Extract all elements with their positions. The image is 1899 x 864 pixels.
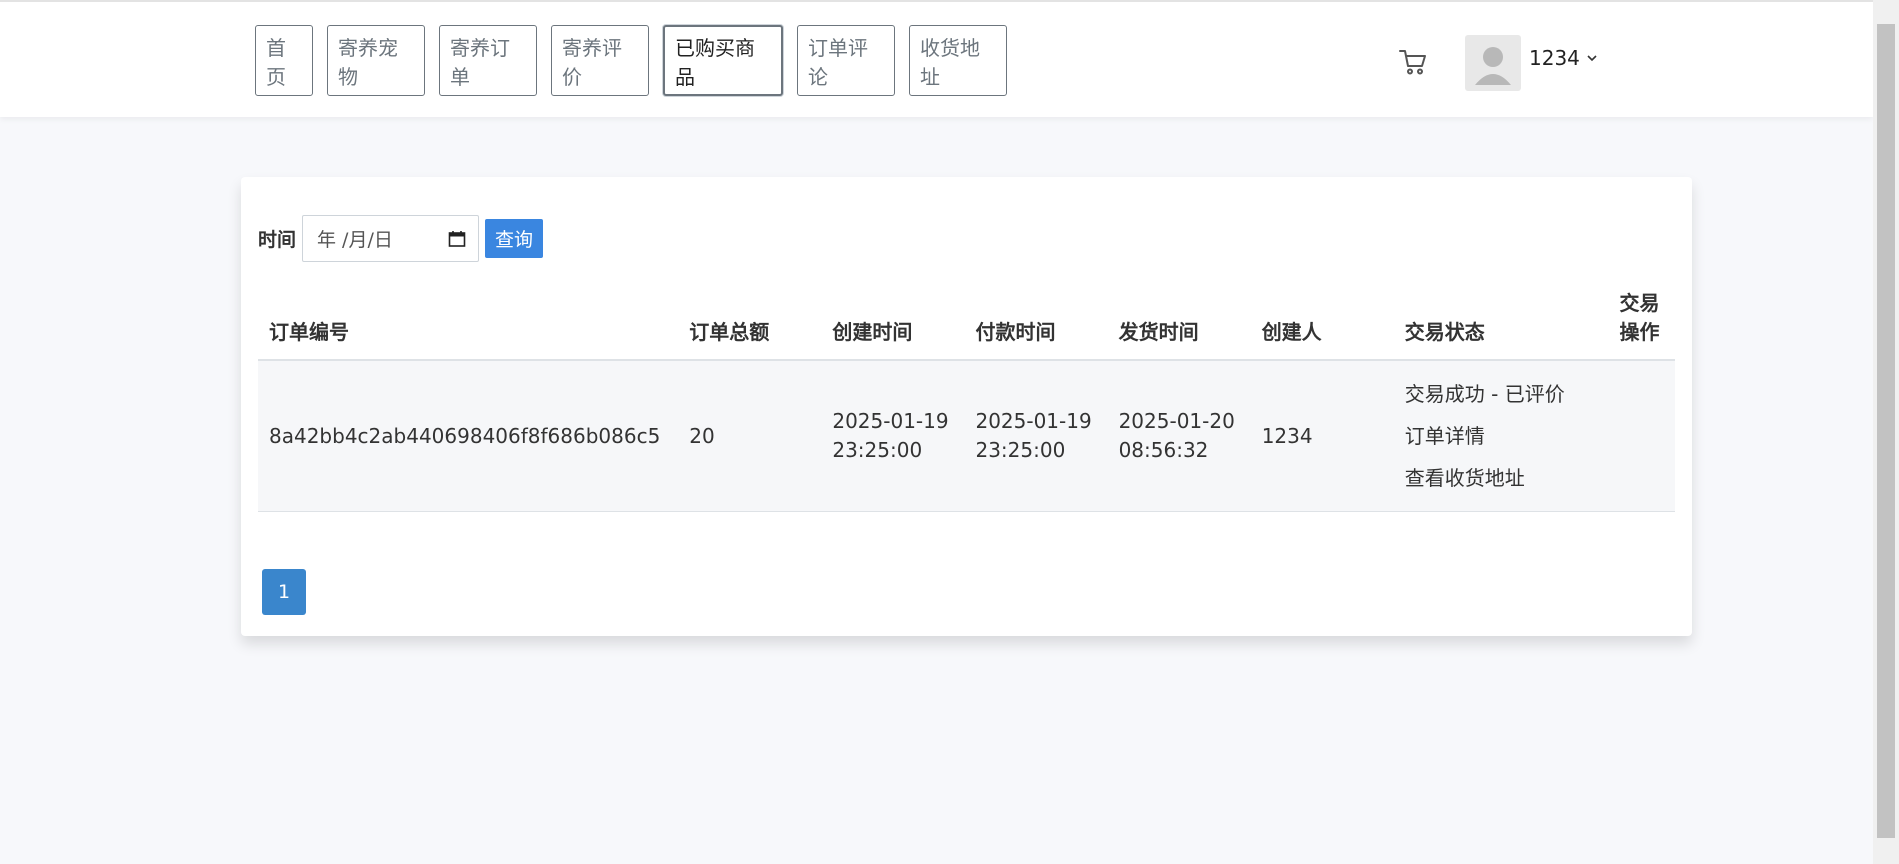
pagination: 1	[262, 569, 306, 615]
query-button[interactable]: 查询	[485, 219, 544, 258]
view-address-link[interactable]: 查看收货地址	[1405, 457, 1598, 499]
vertical-scrollbar[interactable]	[1873, 0, 1899, 864]
top-navbar: 首页 寄养宠物 寄养订单 寄养评价 已购买商品 订单评论 收货地址 1234	[0, 0, 1873, 117]
cell-order-no: 8a42bb4c2ab440698406f8f686b086c5	[258, 360, 679, 512]
page-button-1[interactable]: 1	[262, 569, 306, 615]
nav-foster-reviews-button[interactable]: 寄养评价	[551, 25, 649, 96]
header-paid: 付款时间	[964, 289, 1108, 361]
cell-paid: 2025-01-19 23:25:00	[964, 360, 1108, 512]
cell-total: 20	[678, 360, 822, 512]
search-bar: 时间 年 /月/日 查询	[258, 215, 544, 262]
header-status: 交易状态	[1393, 289, 1609, 361]
cell-action	[1608, 360, 1675, 512]
header-creator: 创建人	[1250, 289, 1394, 361]
cell-created: 2025-01-19 23:25:00	[821, 360, 965, 512]
cell-shipped: 2025-01-20 08:56:32	[1107, 360, 1251, 512]
chevron-down-icon	[1587, 55, 1597, 62]
time-label: 时间	[258, 229, 297, 251]
user-silhouette-icon	[1475, 47, 1511, 85]
header-shipped: 发货时间	[1107, 289, 1251, 361]
header-action: 交易操作	[1608, 289, 1675, 361]
nav-shipping-address-button[interactable]: 收货地址	[909, 25, 1007, 96]
scrollbar-thumb[interactable]	[1877, 24, 1895, 838]
main-nav: 首页 寄养宠物 寄养订单 寄养评价 已购买商品 订单评论 收货地址	[255, 25, 1021, 96]
date-placeholder: 年 /月/日	[317, 229, 393, 251]
user-menu[interactable]: 1234	[1529, 46, 1598, 70]
avatar[interactable]	[1465, 35, 1521, 91]
nav-foster-pets-button[interactable]: 寄养宠物	[327, 25, 425, 96]
order-detail-link[interactable]: 订单详情	[1405, 415, 1598, 457]
cart-icon[interactable]	[1398, 48, 1428, 76]
table-header-row: 订单编号 订单总额 创建时间 付款时间 发货时间 创建人 交易状态 交易操作	[258, 289, 1675, 361]
table-row: 8a42bb4c2ab440698406f8f686b086c5 20 2025…	[258, 360, 1675, 512]
orders-table: 订单编号 订单总额 创建时间 付款时间 发货时间 创建人 交易状态 交易操作 8…	[258, 289, 1675, 512]
header-order-no: 订单编号	[258, 289, 679, 361]
status-text: 交易成功 - 已评价	[1404, 382, 1565, 406]
orders-card: 时间 年 /月/日 查询 订单编号 订单总额 创建时间 付款时间 发货时间 创建…	[241, 177, 1692, 636]
header-total: 订单总额	[678, 289, 822, 361]
date-input[interactable]: 年 /月/日	[302, 215, 480, 262]
nav-home-button[interactable]: 首页	[255, 25, 313, 96]
cell-status: 交易成功 - 已评价 订单详情 查看收货地址	[1393, 360, 1609, 512]
username-label: 1234	[1529, 46, 1580, 70]
calendar-icon[interactable]	[448, 230, 466, 248]
nav-purchased-goods-button[interactable]: 已购买商品	[663, 25, 783, 96]
nav-order-comments-button[interactable]: 订单评论	[797, 25, 895, 96]
nav-foster-orders-button[interactable]: 寄养订单	[439, 25, 537, 96]
header-created: 创建时间	[821, 289, 965, 361]
cell-creator: 1234	[1250, 360, 1394, 512]
